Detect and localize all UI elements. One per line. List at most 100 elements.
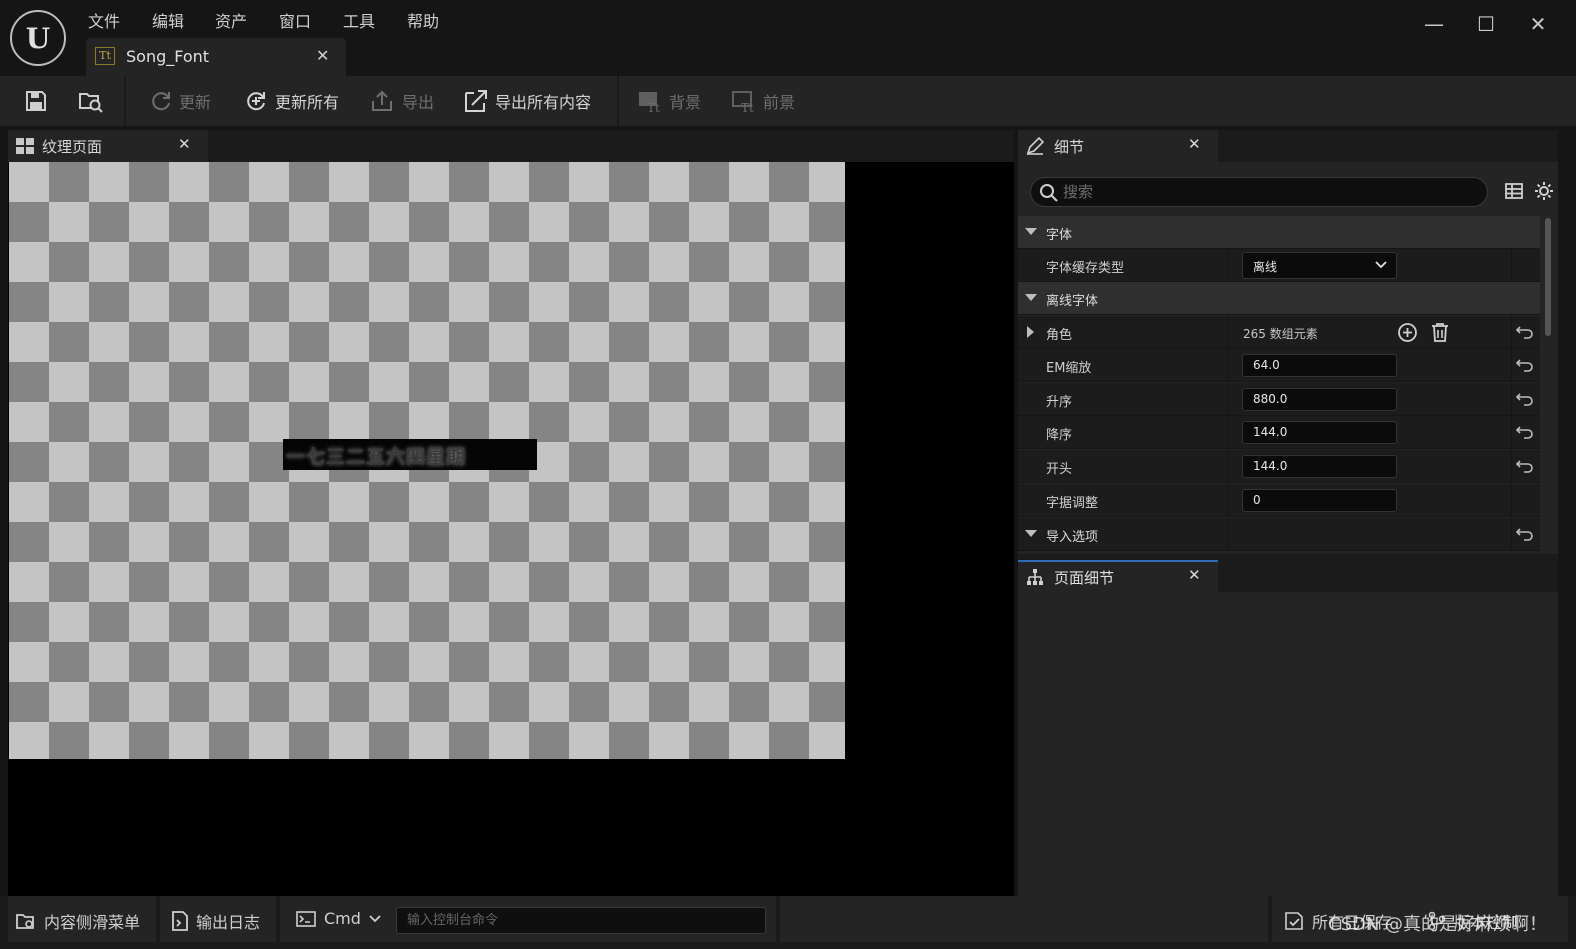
close-tab-icon[interactable]: ✕ (1188, 135, 1201, 153)
tab-label: 纹理页面 (42, 138, 103, 156)
menu-asset[interactable]: 资产 (215, 8, 247, 32)
browse-icon (79, 93, 103, 113)
reset-to-default-icon[interactable] (1515, 422, 1535, 442)
menu-window[interactable]: 窗口 (279, 8, 311, 32)
category-import-options[interactable]: 导入选项 (1018, 518, 1540, 551)
category-font[interactable]: 字体 (1018, 216, 1540, 249)
watermark: CSDN @真的是好麻烦啊！ (1328, 914, 1548, 935)
table-view-icon[interactable] (1505, 182, 1523, 200)
kerning-field[interactable]: 0 (1242, 489, 1397, 512)
column-divider (1511, 249, 1512, 282)
close-tab-icon[interactable]: ✕ (178, 135, 191, 153)
property-label: 升序 (1046, 395, 1073, 410)
output-log-button[interactable]: 输出日志 (172, 909, 260, 933)
column-divider (1511, 450, 1512, 483)
column-divider (1227, 416, 1228, 449)
minimize-button[interactable]: — (1419, 12, 1449, 36)
menu-edit[interactable]: 编辑 (152, 8, 184, 32)
property-row-em-scale: EM缩放 64.0 (1018, 349, 1540, 382)
property-label: 角色 (1046, 328, 1073, 343)
toolbar-separator (617, 76, 619, 126)
close-tab-icon[interactable]: ✕ (1188, 566, 1201, 584)
search-icon (1040, 184, 1058, 202)
save-button[interactable] (24, 86, 48, 116)
grid-icon (16, 138, 34, 154)
foreground-button[interactable]: Tt 前景 (731, 86, 795, 116)
property-label: 字据调整 (1046, 496, 1099, 511)
reset-to-default-icon[interactable] (1515, 322, 1535, 342)
export-all-button[interactable]: 导出所有内容 (463, 86, 591, 116)
chevron-down-icon (1375, 261, 1387, 269)
column-divider (1227, 484, 1228, 517)
em-scale-field[interactable]: 64.0 (1242, 354, 1397, 377)
property-row-characters: 角色 265 数组元素 (1018, 316, 1540, 349)
tab-strip (208, 130, 1014, 162)
refresh-icon (152, 92, 170, 111)
menu-tools[interactable]: 工具 (343, 8, 375, 32)
collapse-arrow-icon[interactable] (1025, 294, 1037, 301)
column-divider (1511, 518, 1512, 551)
reset-to-default-icon[interactable] (1515, 389, 1535, 409)
menu-help[interactable]: 帮助 (407, 8, 439, 32)
descent-field[interactable]: 144.0 (1242, 421, 1397, 444)
column-divider (1511, 316, 1512, 349)
column-divider (1511, 416, 1512, 449)
category-label: 离线字体 (1046, 294, 1099, 309)
property-row-kerning: 字据调整 0 (1018, 484, 1540, 517)
unreal-logo-icon[interactable]: U (10, 10, 66, 66)
leading-field[interactable]: 144.0 (1242, 455, 1397, 478)
tab-page-details[interactable]: 页面细节 ✕ (1018, 560, 1218, 592)
console-command-input[interactable] (396, 907, 766, 934)
menu-file[interactable]: 文件 (88, 8, 120, 32)
font-asset-icon: Tt (95, 47, 115, 65)
update-label: 更新 (179, 93, 212, 112)
save-status-icon (1285, 912, 1303, 930)
hierarchy-icon (1027, 569, 1043, 585)
browse-button[interactable] (78, 86, 104, 116)
property-label: 开头 (1046, 462, 1073, 477)
close-tab-icon[interactable]: ✕ (316, 46, 329, 65)
tab-texture-page[interactable]: 纹理页面 ✕ (8, 130, 208, 162)
pencil-icon (1026, 137, 1044, 155)
expand-arrow-icon[interactable] (1027, 326, 1034, 338)
scrollbar-thumb[interactable] (1545, 218, 1551, 336)
font-glyph-atlas: 一七三二五六四星期 (283, 439, 537, 470)
close-window-button[interactable]: ✕ (1523, 12, 1553, 36)
search-input[interactable] (1063, 182, 1473, 202)
ascent-field[interactable]: 880.0 (1242, 388, 1397, 411)
save-icon (26, 91, 46, 111)
tab-label: 页面细节 (1054, 569, 1115, 587)
content-drawer-icon (16, 914, 34, 929)
svg-text:Tt: Tt (741, 101, 754, 114)
category-offline-font[interactable]: 离线字体 (1018, 282, 1540, 315)
output-log-icon (172, 911, 188, 931)
property-row-leading: 开头 144.0 (1018, 450, 1540, 483)
reset-to-default-icon[interactable] (1515, 456, 1535, 476)
collapse-arrow-icon[interactable] (1025, 530, 1037, 537)
gear-icon[interactable] (1534, 181, 1554, 201)
document-tab-label: Song_Font (126, 47, 210, 66)
font-cache-type-dropdown[interactable]: 离线 (1242, 252, 1397, 279)
update-button[interactable]: 更新 (149, 86, 211, 116)
export-all-icon (465, 90, 487, 112)
column-divider (1227, 249, 1228, 282)
page-details-body (1018, 592, 1558, 896)
property-label: EM缩放 (1046, 361, 1092, 376)
collapse-arrow-icon[interactable] (1025, 228, 1037, 235)
maximize-button[interactable]: ☐ (1471, 12, 1501, 36)
document-tab[interactable]: Tt Song_Font ✕ (86, 38, 346, 76)
background-button[interactable]: Tt 背景 (637, 86, 701, 116)
background-color-icon: Tt (639, 92, 660, 114)
trash-icon[interactable] (1431, 322, 1449, 342)
reset-to-default-icon[interactable] (1515, 524, 1535, 544)
export-button[interactable]: 导出 (370, 86, 434, 116)
export-label: 导出 (402, 93, 435, 112)
content-drawer-button[interactable]: 内容侧滑菜单 (16, 909, 140, 933)
tab-details[interactable]: 细节 ✕ (1018, 130, 1218, 162)
column-divider (1227, 349, 1228, 382)
add-element-icon[interactable] (1397, 322, 1418, 343)
search-box[interactable] (1030, 177, 1488, 207)
reset-to-default-icon[interactable] (1515, 355, 1535, 375)
cmd-selector[interactable]: Cmd (296, 909, 381, 928)
update-all-button[interactable]: 更新所有 (243, 86, 339, 116)
